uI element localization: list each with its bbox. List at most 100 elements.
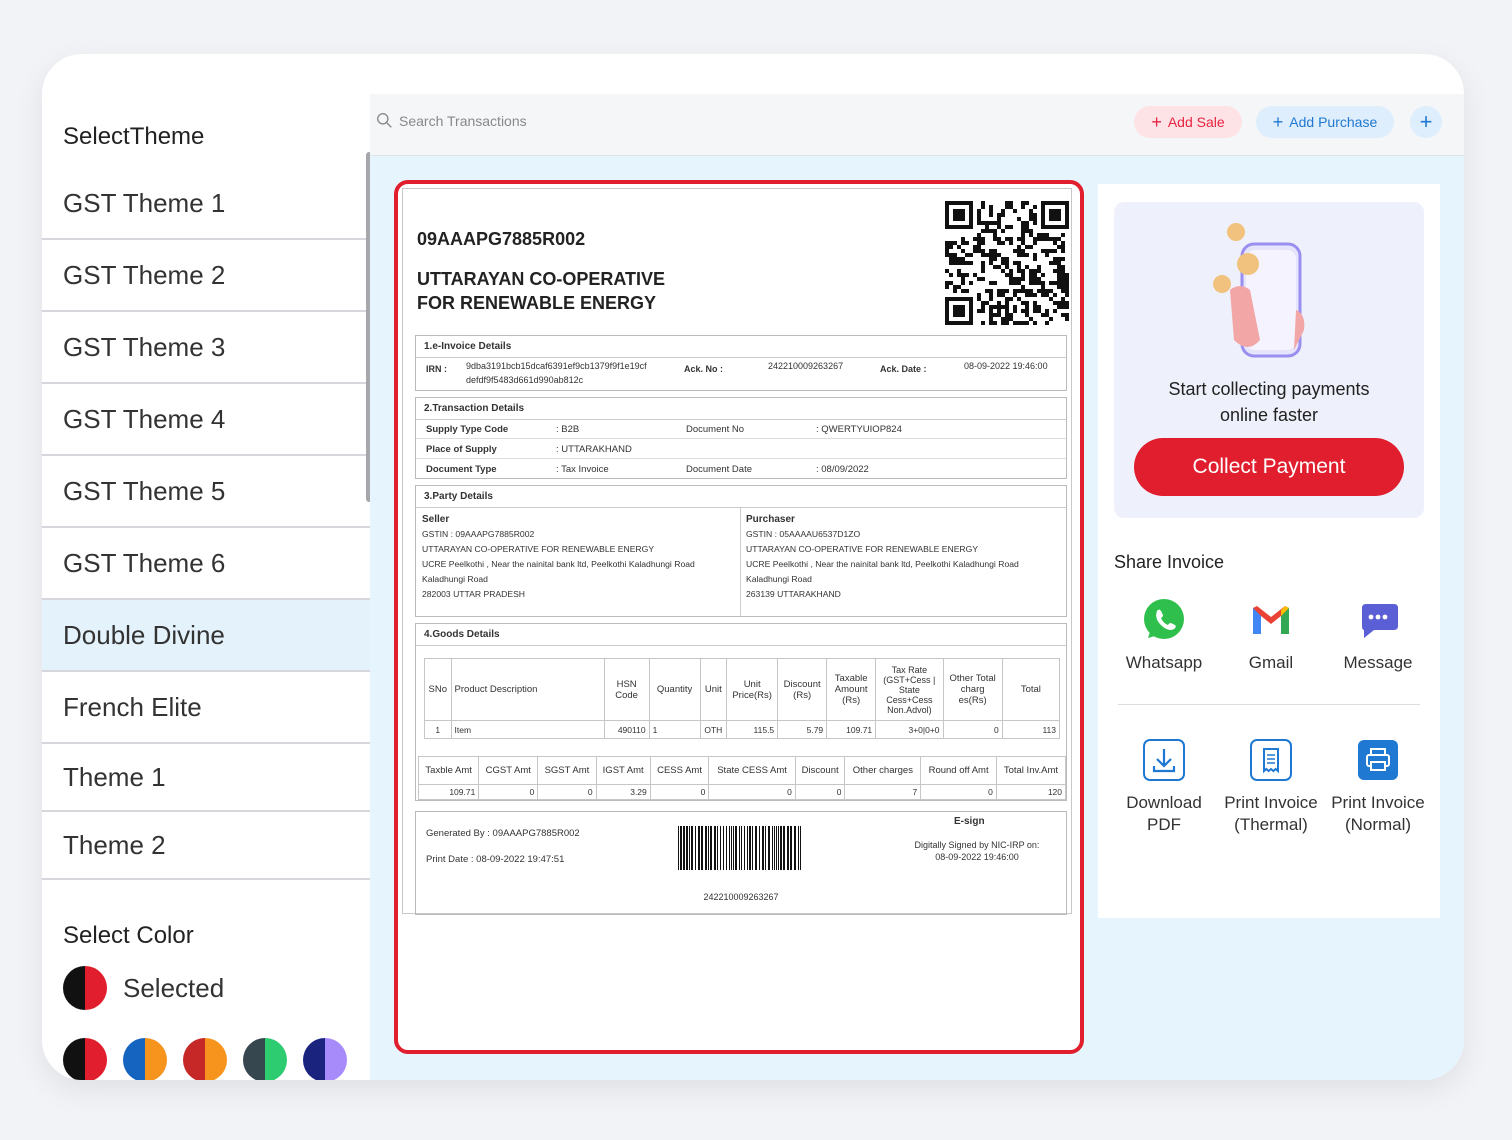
summary-header-row: Taxble Amt CGST Amt SGST Amt IGST Amt CE… — [417, 756, 1067, 785]
theme-list: GST Theme 1 GST Theme 2 GST Theme 3 GST … — [42, 168, 370, 880]
download-label-1: Download — [1126, 793, 1202, 812]
selected-color-row: Selected — [63, 966, 224, 1010]
qr-code-icon — [945, 201, 1069, 325]
goods-header: HSN Code — [603, 658, 650, 721]
payment-promo-card: Start collecting payments online faster … — [1114, 202, 1424, 518]
swatch-red-orange[interactable] — [183, 1038, 227, 1080]
gmail-label: Gmail — [1248, 653, 1294, 672]
summary-header: Round off Amt — [920, 756, 997, 785]
einvoice-title: 1.e-Invoice Details — [416, 336, 1066, 358]
top-bar: Search Transactions + Add Sale + Add Purch… — [370, 94, 1464, 156]
goods-header: Unit Price(Rs) — [726, 658, 779, 721]
goods-header: Total — [1001, 658, 1061, 721]
search-box[interactable]: Search Transactions — [376, 112, 527, 129]
supply-type-label: Supply Type Code — [426, 424, 509, 435]
add-sale-button[interactable]: + Add Sale — [1134, 106, 1242, 138]
print-normal-button[interactable]: Print Invoice (Normal) — [1323, 738, 1433, 836]
swatch-navy-lavender[interactable] — [303, 1038, 347, 1080]
more-add-button[interactable]: + — [1410, 106, 1442, 138]
seller-label: Seller — [422, 514, 450, 525]
swatch-black-red[interactable] — [63, 1038, 107, 1080]
summary-header: Discount — [794, 756, 846, 785]
seller-name: UTTARAYAN CO-OPERATIVE FOR RENEWABLE ENE… — [422, 544, 655, 554]
theme-item-gst-theme-1[interactable]: GST Theme 1 — [42, 168, 370, 240]
thermal-label-2: (Thermal) — [1234, 815, 1308, 834]
irn-label: IRN : — [426, 364, 447, 374]
print-date: Print Date : 08-09-2022 19:47:51 — [426, 854, 565, 865]
share-message-button[interactable]: Message — [1323, 598, 1433, 673]
ack-date: 08-09-2022 19:46:00 — [964, 361, 1048, 371]
summary-header: Taxble Amt — [417, 756, 480, 785]
swatch-blue-orange[interactable] — [123, 1038, 167, 1080]
color-swatches — [63, 1038, 363, 1080]
phone-payment-illustration-icon — [1213, 223, 1305, 358]
goods-header: Unit — [699, 658, 728, 721]
theme-item-theme-2[interactable]: Theme 2 — [42, 812, 370, 880]
share-invoice-heading: Share Invoice — [1114, 552, 1225, 572]
summary-cell: 7 — [844, 784, 922, 800]
goods-cell: 1 — [424, 720, 452, 739]
goods-title: 4.Goods Details — [416, 624, 1066, 646]
theme-item-double-divine[interactable]: Double Divine — [42, 600, 370, 672]
summary-header: CGST Amt — [478, 756, 539, 785]
table-row: 109.71 0 0 3.29 0 0 0 7 0 120 — [417, 784, 1067, 800]
goods-section: 4.Goods Details SNo Product Description … — [415, 623, 1067, 801]
summary-cell: 120 — [995, 784, 1067, 800]
select-theme-heading: SelectTheme — [63, 123, 205, 150]
share-gmail-button[interactable]: Gmail — [1216, 598, 1326, 673]
share-whatsapp-button[interactable]: Whatsapp — [1109, 598, 1219, 673]
goods-header: Discount (Rs) — [777, 658, 828, 721]
summary-header: CESS Amt — [649, 756, 710, 785]
message-label: Message — [1343, 653, 1413, 672]
goods-table: SNo Product Description HSN Code Quantit… — [424, 658, 1061, 739]
purchaser-name: UTTARAYAN CO-OPERATIVE FOR RENEWABLE ENE… — [746, 544, 979, 554]
summary-cell: 3.29 — [595, 784, 651, 800]
collect-payment-button[interactable]: Collect Payment — [1134, 438, 1404, 496]
thermal-label-1: Print Invoice — [1224, 793, 1318, 812]
purchaser-gstin: GSTIN : 05AAAAU6537D1ZO — [746, 529, 861, 539]
theme-item-theme-1[interactable]: Theme 1 — [42, 744, 370, 812]
place-label: Place of Supply — [426, 444, 497, 455]
doc-date-label: Document Date — [686, 464, 753, 475]
theme-item-gst-theme-4[interactable]: GST Theme 4 — [42, 384, 370, 456]
irn-line-1: 9dba3191bcb15dcaf6391ef9cb1379f9f1e19cf — [466, 361, 647, 371]
search-input[interactable]: Search Transactions — [399, 113, 527, 129]
normal-label-2: (Normal) — [1344, 815, 1412, 834]
search-icon — [377, 113, 392, 128]
barcode-number: 242210009263267 — [703, 892, 779, 902]
summary-header: SGST Amt — [537, 756, 597, 785]
plus-icon: + — [1272, 111, 1284, 132]
einvoice-section: 1.e-Invoice Details IRN : 9dba3191bcb15d… — [415, 335, 1067, 391]
company-line-1: UTTARAYAN CO-OPERATIVE — [417, 269, 666, 289]
summary-cell: 0 — [649, 784, 710, 800]
theme-item-french-elite[interactable]: French Elite — [42, 672, 370, 744]
goods-header: Product Description — [450, 658, 605, 721]
theme-item-gst-theme-3[interactable]: GST Theme 3 — [42, 312, 370, 384]
goods-header: Taxable Amount (Rs) — [826, 658, 877, 721]
summary-cell: 0 — [920, 784, 997, 800]
doc-type: : Tax Invoice — [556, 464, 609, 475]
main-area: Search Transactions + Add Sale + Add Purch… — [370, 94, 1464, 1080]
promo-line-2: online faster — [1219, 405, 1319, 425]
doc-no: : QWERTYUIOP824 — [816, 424, 902, 435]
swatch-slate-green[interactable] — [243, 1038, 287, 1080]
print-thermal-button[interactable]: Print Invoice (Thermal) — [1216, 738, 1326, 836]
summary-table: Taxble Amt CGST Amt SGST Amt IGST Amt CE… — [417, 756, 1067, 800]
theme-item-gst-theme-2[interactable]: GST Theme 2 — [42, 240, 370, 312]
theme-item-gst-theme-6[interactable]: GST Theme 6 — [42, 528, 370, 600]
summary-cell: 109.71 — [417, 784, 480, 800]
app-window: SelectTheme GST Theme 1 GST Theme 2 GST … — [42, 54, 1464, 1080]
summary-header: Total Inv.Amt — [995, 756, 1067, 785]
place-of-supply: : UTTARAKHAND — [556, 444, 632, 455]
purchaser-address-3: 263139 UTTARAKHAND — [746, 589, 841, 599]
download-pdf-button[interactable]: Download PDF — [1109, 738, 1219, 836]
add-sale-label: Add Sale — [1167, 114, 1225, 130]
gmail-icon — [1253, 606, 1289, 634]
goods-cell: 113 — [1001, 720, 1061, 739]
ack-date-label: Ack. Date : — [880, 364, 927, 374]
add-purchase-button[interactable]: + Add Purchase — [1256, 106, 1394, 138]
doc-date: : 08/09/2022 — [816, 464, 869, 475]
theme-item-gst-theme-5[interactable]: GST Theme 5 — [42, 456, 370, 528]
seller-block: Seller GSTIN : 09AAAPG7885R002 UTTARAYAN… — [422, 512, 695, 602]
doc-no-label: Document No — [686, 424, 745, 435]
